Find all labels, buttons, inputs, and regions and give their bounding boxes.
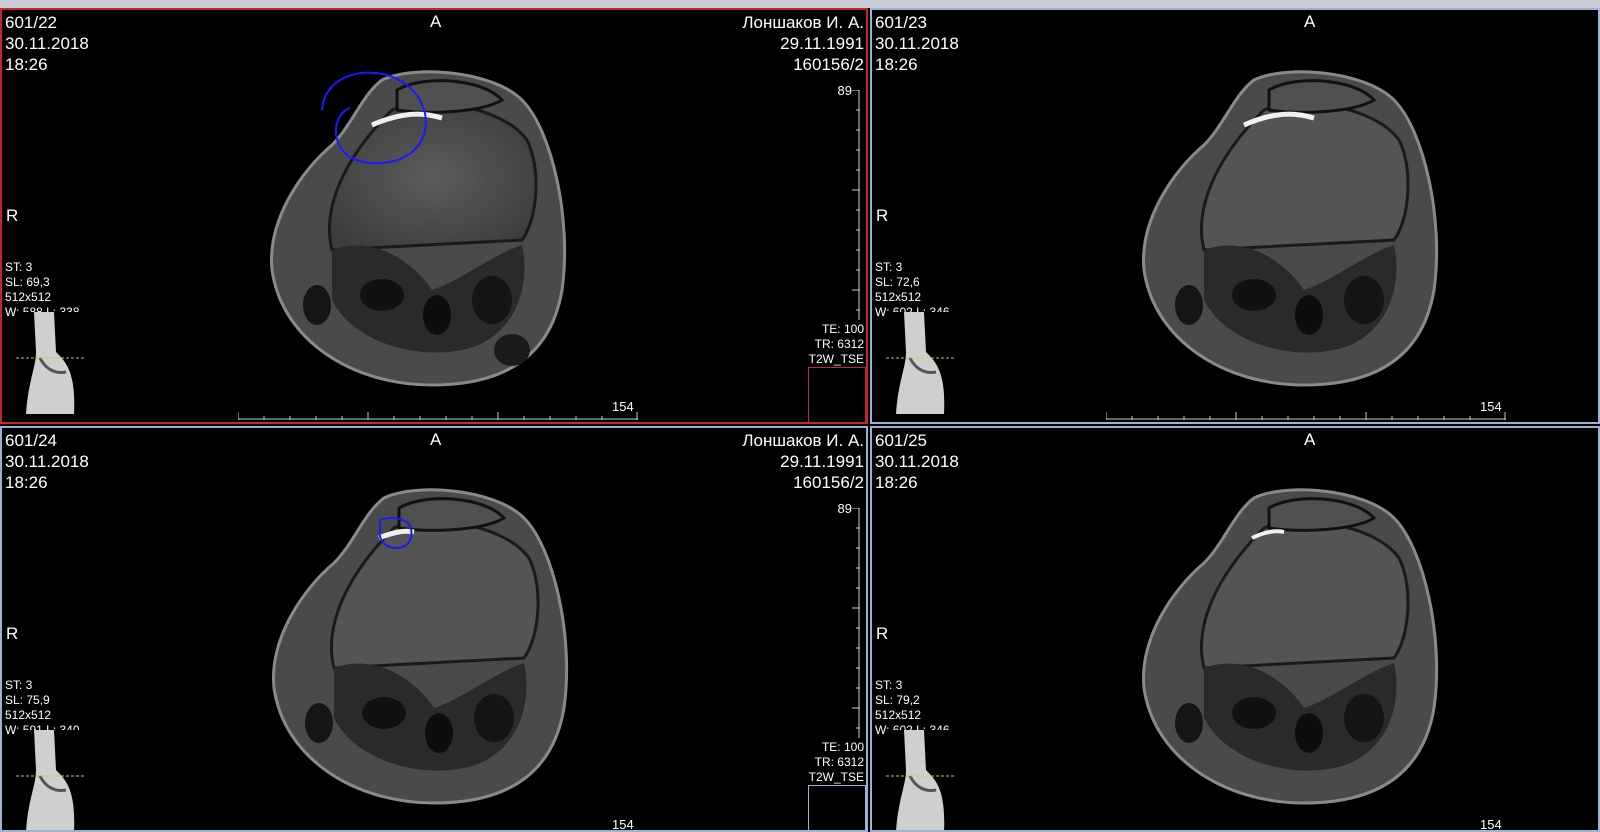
patient-info: Лоншаков И. А. 29.11.1991 160156/2 — [742, 12, 864, 75]
scout-localizer-thumbnail — [886, 312, 956, 414]
orientation-right: R — [876, 624, 889, 643]
mri-axial-knee-image — [272, 488, 569, 805]
horizontal-ruler-label: 154 — [1480, 399, 1502, 414]
sequence-name: T2W_TSE — [808, 352, 864, 366]
study-time: 18:26 — [5, 473, 48, 492]
series-image-number: 601/25 — [875, 431, 927, 450]
study-time: 18:26 — [875, 473, 918, 492]
orientation-right: R — [6, 624, 19, 643]
patient-id: 160156/2 — [793, 55, 864, 74]
scout-localizer-thumbnail — [886, 730, 956, 830]
study-time: 18:26 — [5, 55, 48, 74]
scout-localizer-thumbnail — [16, 730, 86, 830]
slice-thickness: ST: 3 — [5, 260, 33, 274]
viewport-601-24[interactable]: 601/24 30.11.2018 18:26 A R Лоншаков И. … — [0, 426, 868, 832]
study-info: 601/23 30.11.2018 18:26 — [875, 12, 959, 75]
echo-time: TE: 100 — [821, 322, 864, 336]
corner-box — [808, 367, 866, 422]
study-time: 18:26 — [875, 55, 918, 74]
slice-parameters: ST: 3 SL: 75,9 512x512 W: 591 L: 340 — [5, 678, 80, 738]
vertical-scale-ruler — [852, 90, 860, 320]
patient-name: Лоншаков И. А. — [742, 13, 864, 32]
matrix-size: 512x512 — [5, 290, 52, 304]
slice-location: SL: 79,2 — [875, 693, 920, 707]
vertical-ruler-label: 89 — [837, 83, 852, 98]
patient-info: Лоншаков И. А. 29.11.1991 160156/2 — [742, 430, 864, 493]
viewport-601-23[interactable]: 601/23 30.11.2018 18:26 A R ST: 3 SL: 72… — [870, 8, 1600, 424]
slice-thickness: ST: 3 — [5, 678, 33, 692]
vertical-scale-ruler — [852, 508, 860, 738]
patient-id: 160156/2 — [793, 473, 864, 492]
study-date: 30.11.2018 — [5, 34, 89, 53]
viewport-601-22[interactable]: 601/22 30.11.2018 18:26 A R Лоншаков И. … — [0, 8, 868, 424]
slice-location: SL: 72,6 — [875, 275, 920, 289]
slice-parameters: ST: 3 SL: 79,2 512x512 W: 602 L: 346 — [875, 678, 950, 738]
slice-parameters: ST: 3 SL: 69,3 512x512 W: 588 L: 338 — [5, 260, 80, 320]
slice-thickness: ST: 3 — [875, 260, 903, 274]
series-image-number: 601/23 — [875, 13, 927, 32]
annotation-circle[interactable] — [320, 68, 435, 173]
study-info: 601/22 30.11.2018 18:26 — [5, 12, 89, 75]
mri-axial-knee-image — [1142, 488, 1439, 805]
repetition-time: TR: 6312 — [814, 337, 864, 351]
orientation-right: R — [876, 206, 889, 225]
study-date: 30.11.2018 — [5, 452, 89, 471]
orientation-anterior: A — [1304, 12, 1316, 31]
matrix-size: 512x512 — [875, 708, 922, 722]
horizontal-scale-ruler — [1106, 412, 1506, 420]
sequence-parameters: TE: 100 TR: 6312 T2W_TSE — [809, 322, 864, 367]
viewport-601-25[interactable]: 601/25 30.11.2018 18:26 A R ST: 3 SL: 79… — [870, 426, 1600, 832]
study-date: 30.11.2018 — [875, 34, 959, 53]
title-strip — [0, 0, 1600, 8]
patient-dob: 29.11.1991 — [780, 34, 864, 53]
patient-name: Лоншаков И. А. — [742, 431, 864, 450]
horizontal-ruler-label: 154 — [612, 399, 634, 414]
horizontal-scale-ruler — [238, 412, 638, 420]
horizontal-ruler-label: 154 — [612, 817, 634, 832]
orientation-anterior: A — [430, 430, 442, 449]
matrix-size: 512x512 — [875, 290, 922, 304]
slice-parameters: ST: 3 SL: 72,6 512x512 W: 602 L: 346 — [875, 260, 950, 320]
slice-thickness: ST: 3 — [875, 678, 903, 692]
study-info: 601/25 30.11.2018 18:26 — [875, 430, 959, 493]
orientation-anterior: A — [1304, 430, 1316, 449]
horizontal-ruler-label: 154 — [1480, 817, 1502, 832]
slice-location: SL: 69,3 — [5, 275, 50, 289]
series-image-number: 601/24 — [5, 431, 57, 450]
study-info: 601/24 30.11.2018 18:26 — [5, 430, 89, 493]
slice-location: SL: 75,9 — [5, 693, 50, 707]
mri-axial-knee-image — [1142, 70, 1439, 387]
sequence-parameters: TE: 100 TR: 6312 T2W_TSE — [809, 740, 864, 785]
corner-box — [808, 785, 866, 830]
study-date: 30.11.2018 — [875, 452, 959, 471]
vertical-ruler-label: 89 — [837, 501, 852, 516]
sequence-name: T2W_TSE — [808, 770, 864, 784]
series-image-number: 601/22 — [5, 13, 57, 32]
echo-time: TE: 100 — [821, 740, 864, 754]
annotation-circle[interactable] — [376, 516, 416, 552]
matrix-size: 512x512 — [5, 708, 52, 722]
patient-dob: 29.11.1991 — [780, 452, 864, 471]
scout-localizer-thumbnail — [16, 312, 86, 414]
repetition-time: TR: 6312 — [814, 755, 864, 769]
orientation-anterior: A — [430, 12, 442, 31]
orientation-right: R — [6, 206, 19, 225]
